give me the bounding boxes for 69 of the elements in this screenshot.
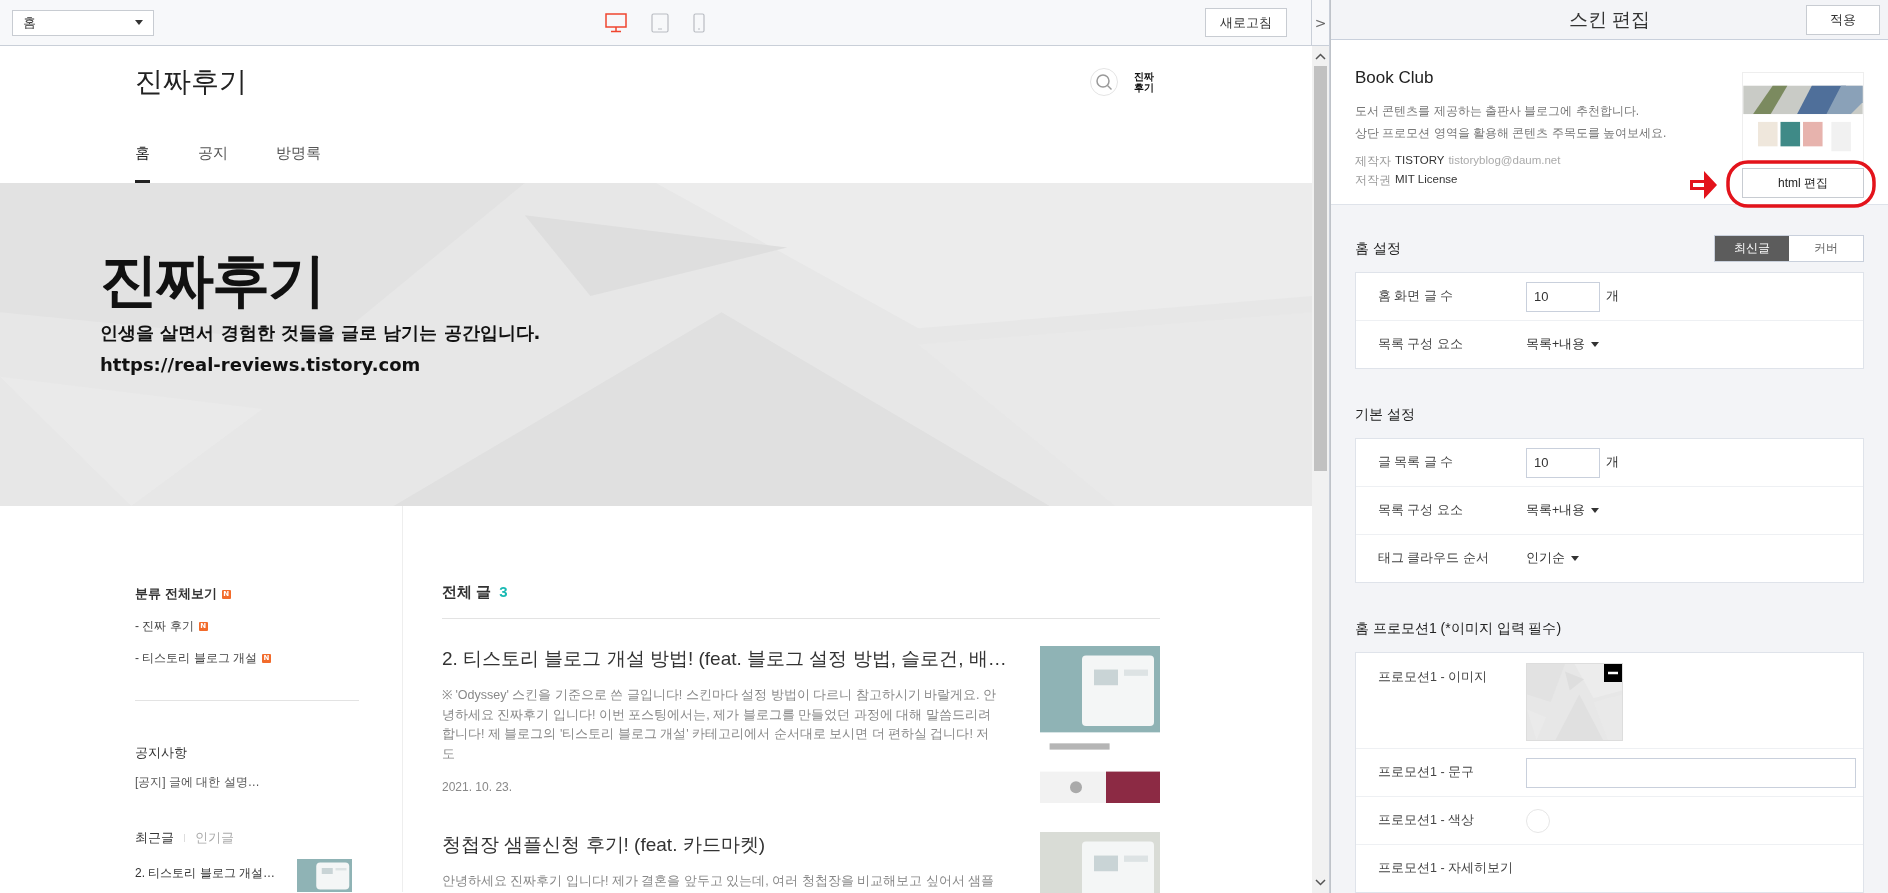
nav-tab[interactable]: 방명록: [276, 118, 321, 183]
monitor-icon[interactable]: [604, 12, 627, 33]
arrow-icon: [1690, 170, 1718, 201]
hero-title: 진짜후기: [100, 245, 325, 315]
notice-heading: 공지사항: [135, 744, 188, 762]
setting-label: 글 목록 글 수: [1378, 454, 1455, 471]
select-dropdown[interactable]: 인기순: [1526, 550, 1579, 567]
caret-icon: [1571, 556, 1579, 561]
blog-title[interactable]: 진짜후기: [135, 63, 247, 101]
author-name: TISTORY: [1395, 154, 1445, 167]
nav-tab[interactable]: 공지: [198, 118, 228, 183]
toggle-option[interactable]: 커버: [1789, 236, 1863, 261]
list-heading: 전체 글: [442, 583, 492, 602]
author-email: tistoryblog@daum.net: [1448, 154, 1561, 167]
refresh-button[interactable]: 새로고침: [1205, 8, 1287, 37]
post-excerpt: ※ 'Odyssey' 스킨을 기준으로 쓴 글입니다! 스킨마다 설정 방법이 다르니 참고하시기 바랄게요. 안녕하세요 진짜후기 입니다! 이번 포스팅에서는, 제가 블로그를 만들었던 과정에 대해 말씀드리려 합니다! 제 블로그의 '티스토리 블로그 개설' 카테고리에서 순서대로 보시면 더 편하실 겁니다! 저도: [442, 687, 998, 763]
toggle-option[interactable]: 최신글: [1715, 236, 1789, 261]
category-link[interactable]: - 티스토리 블로그 개설: [135, 649, 257, 667]
html-edit-button[interactable]: html 편집: [1742, 168, 1864, 199]
notice-link[interactable]: [공지] 글에 대한 설명…: [135, 774, 402, 791]
meta-label: 저작권: [1355, 173, 1392, 189]
skin-description: 도서 콘텐츠를 제공하는 출판사 블로그에 추천합니다.: [1355, 103, 1640, 121]
apply-button[interactable]: 적용: [1806, 4, 1880, 35]
category-link[interactable]: 분류 전체보기: [135, 585, 217, 603]
setting-label: 프로모션1 - 이미지: [1378, 669, 1489, 686]
post-excerpt: 안녕하세요 진짜후기 입니다! 제가 결혼을 앞두고 있는데, 여러 청첩장을 비교해보고 싶어서 샘플: [442, 873, 996, 890]
number-field[interactable]: 10: [1526, 281, 1600, 312]
setting-label: 목록 구성 요소: [1378, 336, 1464, 353]
category-link[interactable]: - 진짜 후기: [135, 617, 194, 635]
setting-label: 홈 화면 글 수: [1378, 288, 1455, 305]
setting-label: 프로모션1 - 문구: [1378, 764, 1476, 781]
remove-icon[interactable]: [1604, 664, 1622, 682]
section-title: 기본 설정: [1355, 405, 1415, 424]
post-date: 2021. 10. 23.: [442, 780, 514, 794]
skin-name: Book Club: [1355, 68, 1435, 89]
caret-icon: [135, 20, 143, 25]
hero-tagline: 인생을 살면서 경험한 것들을 글로 남기는 공간입니다.: [100, 321, 541, 345]
sidebar-tab[interactable]: 최근글: [135, 829, 174, 847]
post-title[interactable]: 청첩장 샘플신청 후기! (feat. 카드마켓): [442, 832, 1002, 858]
select-dropdown[interactable]: 목록+내용: [1526, 336, 1600, 353]
select-dropdown[interactable]: 목록+내용: [1526, 502, 1600, 519]
tablet-icon[interactable]: [650, 12, 669, 33]
search-icon[interactable]: [1090, 68, 1118, 96]
license-name: MIT License: [1395, 173, 1459, 188]
post-count: 3: [499, 583, 508, 602]
caret-icon: [1591, 342, 1600, 347]
setting-label: 프로모션1 - 자세히보기: [1378, 860, 1515, 877]
color-swatch[interactable]: [1526, 808, 1550, 833]
blog-logo[interactable]: 진짜 후기: [1134, 71, 1156, 93]
scrollbar[interactable]: [1312, 46, 1329, 893]
caret-icon: [1591, 508, 1600, 513]
panel-title: 스킨 편집: [1568, 7, 1651, 32]
setting-label: 프로모션1 - 색상: [1378, 812, 1476, 829]
page-dropdown[interactable]: 홈: [12, 9, 154, 36]
view-toggle[interactable]: 최신글 커버: [1714, 235, 1864, 262]
unit-label: 개: [1606, 454, 1619, 471]
setting-label: 목록 구성 요소: [1378, 502, 1464, 519]
input-field[interactable]: [1526, 757, 1856, 788]
section-title: 홈 프로모션1 (*이미지 입력 필수): [1355, 619, 1562, 638]
phone-icon[interactable]: [692, 12, 705, 33]
number-field[interactable]: 10: [1526, 447, 1600, 478]
hero-url: https://real-reviews.tistory.com: [100, 353, 422, 377]
unit-label: 개: [1606, 288, 1619, 305]
recent-post-link[interactable]: 2. 티스토리 블로그 개설…: [135, 865, 275, 893]
setting-label: 태그 클라우드 순서: [1378, 550, 1490, 567]
skin-description: 상단 프로모션 영역을 활용해 콘텐츠 주목도를 높여보세요.: [1355, 125, 1667, 143]
meta-label: 제작자: [1355, 154, 1392, 170]
section-title: 홈 설정: [1355, 239, 1401, 258]
nav-tab[interactable]: 홈: [135, 118, 150, 183]
